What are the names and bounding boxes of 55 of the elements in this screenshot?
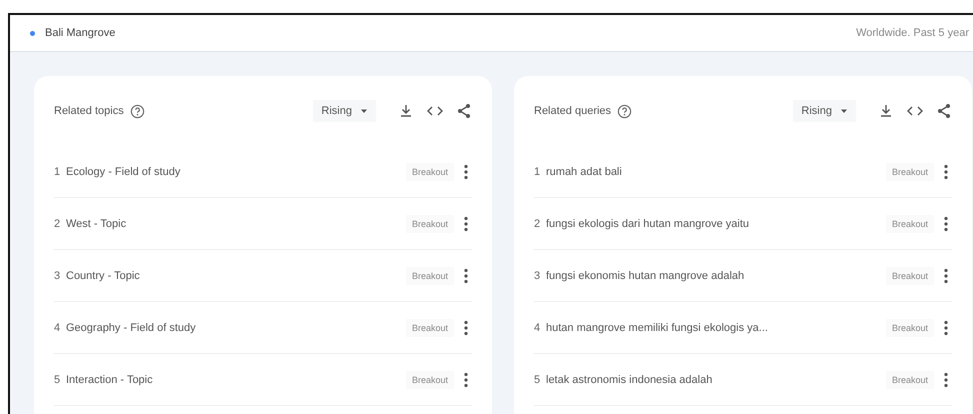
share-icon[interactable]	[456, 103, 472, 119]
value-label: Breakout	[886, 266, 934, 284]
value-label: Breakout	[886, 162, 934, 180]
more-icon[interactable]	[944, 164, 948, 180]
value-label: Breakout	[886, 318, 934, 336]
item-label[interactable]: Ecology - Field of study	[66, 166, 180, 178]
search-term: Bali Mangrove	[45, 27, 116, 39]
value-label: Breakout	[406, 370, 454, 388]
rank-number: 4	[54, 322, 62, 334]
more-icon[interactable]	[944, 268, 948, 284]
item-label[interactable]: rumah adat bali	[546, 166, 622, 178]
panel-title: Related queries	[534, 105, 612, 117]
rank-number: 2	[534, 218, 542, 230]
help-icon[interactable]	[130, 104, 145, 118]
more-icon[interactable]	[944, 372, 948, 388]
rank-number: 5	[534, 374, 542, 386]
item-label[interactable]: Interaction - Topic	[66, 374, 153, 386]
download-icon[interactable]	[878, 103, 894, 119]
rank-number: 3	[54, 270, 62, 282]
term-dot	[30, 30, 35, 36]
more-icon[interactable]	[464, 268, 468, 284]
more-icon[interactable]	[464, 164, 468, 180]
caret-icon	[360, 108, 368, 114]
panel-title: Related topics	[54, 105, 124, 117]
item-label[interactable]: Country - Topic	[66, 270, 140, 282]
item-label[interactable]: letak astronomis indonesia adalah	[546, 374, 712, 386]
rank-number: 5	[54, 374, 62, 386]
share-icon[interactable]	[936, 103, 952, 119]
filter-dropdown[interactable]: Rising	[793, 100, 856, 122]
download-icon[interactable]	[398, 103, 414, 119]
value-label: Breakout	[406, 162, 454, 180]
more-icon[interactable]	[944, 216, 948, 232]
rank-number: 3	[534, 270, 542, 282]
rank-number: 1	[54, 166, 62, 178]
more-icon[interactable]	[464, 216, 468, 232]
filter-dropdown[interactable]: Rising	[313, 100, 376, 122]
item-label[interactable]: fungsi ekologis dari hutan mangrove yaitu	[546, 218, 750, 230]
more-icon[interactable]	[464, 372, 468, 388]
item-label[interactable]: hutan mangrove memiliki fungsi ekologis ya...	[546, 322, 768, 334]
more-icon[interactable]	[944, 320, 948, 336]
more-icon[interactable]	[464, 320, 468, 336]
scope-label: Worldwide. Past 5 year	[856, 27, 970, 39]
value-label: Breakout	[406, 214, 454, 232]
value-label: Breakout	[886, 370, 934, 388]
value-label: Breakout	[886, 214, 934, 232]
item-label[interactable]: fungsi ekonomis hutan mangrove adalah	[546, 270, 744, 282]
caret-icon	[840, 108, 848, 114]
help-icon[interactable]	[617, 104, 632, 118]
rank-number: 1	[534, 166, 542, 178]
value-label: Breakout	[406, 266, 454, 284]
item-label[interactable]: Geography - Field of study	[66, 322, 196, 334]
rank-number: 4	[534, 322, 542, 334]
rank-number: 2	[54, 218, 62, 230]
item-label[interactable]: West - Topic	[66, 218, 126, 230]
value-label: Breakout	[406, 318, 454, 336]
